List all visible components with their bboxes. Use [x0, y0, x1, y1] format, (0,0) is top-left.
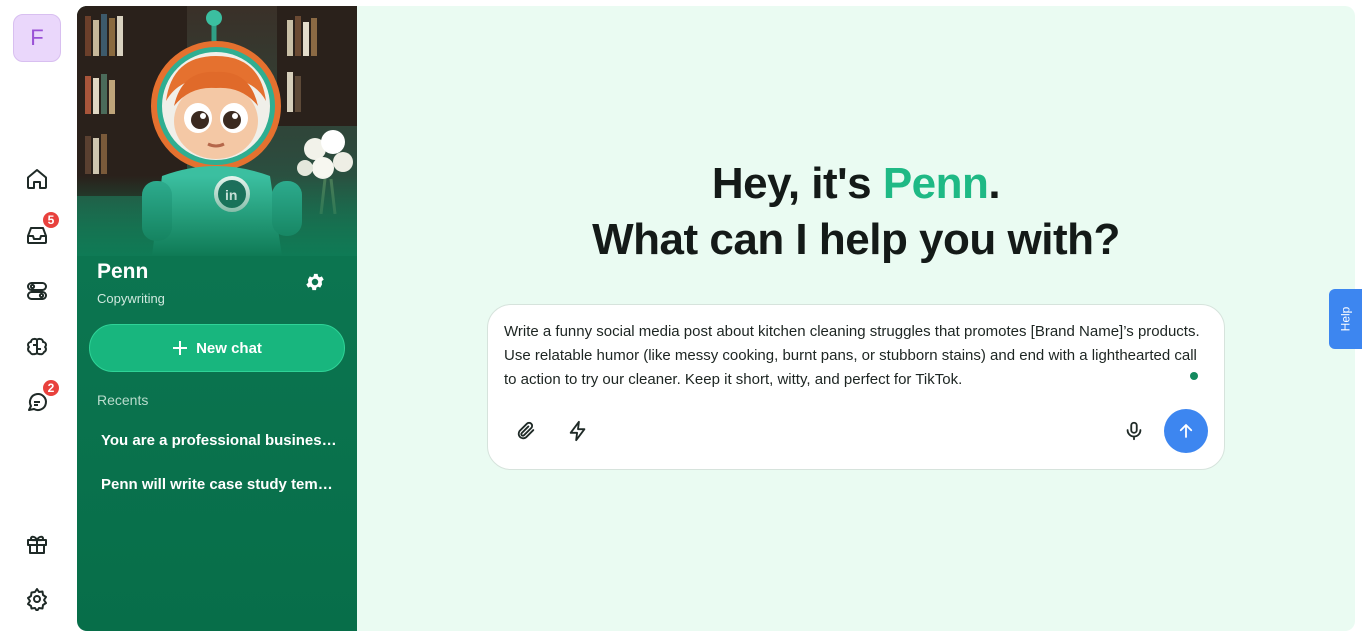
icon-rail: F 5 2: [0, 0, 76, 637]
message-composer: Write a funny social media post about ki…: [487, 304, 1225, 470]
help-tab[interactable]: Help: [1329, 289, 1362, 349]
status-dot: [1190, 372, 1198, 380]
recent-chat-item[interactable]: You are a professional business consulta…: [101, 432, 337, 449]
new-chat-button[interactable]: New chat: [89, 324, 345, 372]
agent-settings-button[interactable]: [301, 268, 329, 296]
lightning-icon: [569, 420, 586, 442]
greeting-question: What can I help you with?: [592, 215, 1120, 264]
nav-brain[interactable]: [21, 331, 53, 363]
gift-icon: [27, 535, 47, 554]
nav-gift[interactable]: [21, 528, 53, 560]
microphone-icon: [1126, 421, 1142, 441]
agent-role: Copywriting: [97, 291, 165, 306]
paperclip-icon: [517, 421, 535, 440]
gear-icon: [27, 588, 47, 611]
nav-home[interactable]: [21, 163, 53, 195]
nav-chats[interactable]: 2: [21, 378, 61, 419]
greeting-prefix: Hey, it's: [711, 159, 883, 208]
gear-icon: [306, 273, 324, 291]
greeting-line-1: Hey, it's Penn.: [357, 156, 1355, 212]
nav-settings[interactable]: [21, 583, 53, 615]
new-chat-label: New chat: [196, 339, 262, 357]
nav-toggles[interactable]: [21, 275, 53, 307]
brain-icon: [27, 337, 47, 356]
agent-name: Penn: [97, 260, 149, 283]
recents-heading: Recents: [97, 392, 149, 408]
attach-button[interactable]: [512, 417, 540, 445]
agent-panel: in Penn Copywriting New chat Recents You…: [77, 6, 357, 631]
recent-chat-item[interactable]: Penn will write case study templates: [101, 476, 337, 493]
help-label: Help: [1338, 306, 1353, 332]
prompt-input[interactable]: Write a funny social media post about ki…: [504, 320, 1204, 392]
voice-input-button[interactable]: [1120, 417, 1148, 445]
user-avatar[interactable]: F: [13, 14, 61, 62]
greeting: Hey, it's Penn. What can I help you with…: [357, 156, 1355, 268]
arrow-up-icon: [1179, 424, 1193, 438]
hero-fade: [77, 176, 357, 256]
chat-main: Hey, it's Penn. What can I help you with…: [357, 6, 1355, 631]
greeting-suffix: .: [988, 159, 1001, 208]
plus-icon: [173, 341, 188, 355]
user-initial: F: [30, 25, 44, 50]
send-button[interactable]: [1164, 409, 1208, 453]
chats-badge: 2: [41, 378, 61, 398]
prompts-button[interactable]: [564, 417, 592, 445]
home-icon: [27, 169, 47, 189]
nav-inbox[interactable]: 5: [21, 210, 61, 251]
toggles-icon: [27, 282, 47, 300]
inbox-badge: 5: [41, 210, 61, 230]
greeting-agent-name: Penn: [882, 159, 989, 208]
agent-hero-image: in: [77, 6, 357, 256]
